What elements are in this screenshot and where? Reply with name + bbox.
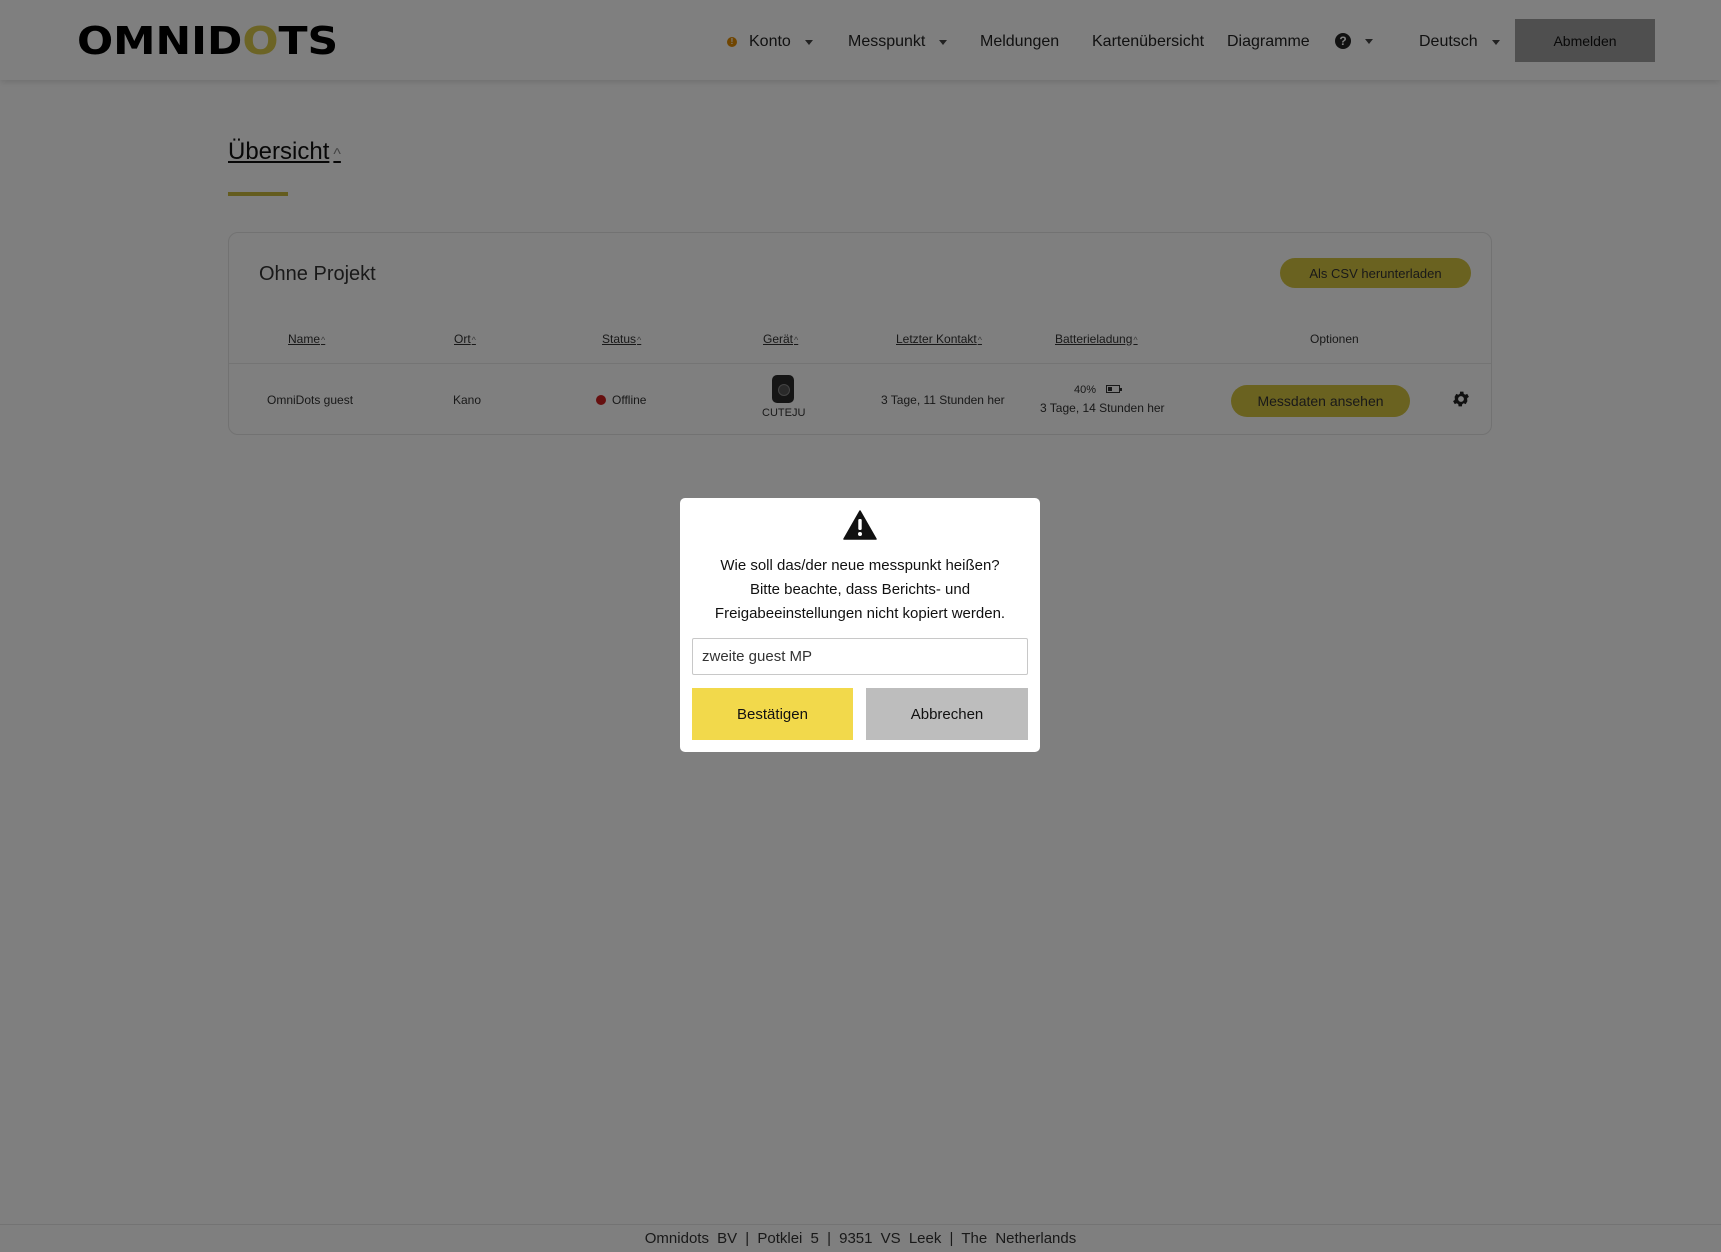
confirm-button[interactable]: Bestätigen — [692, 688, 853, 740]
measuring-point-name-input[interactable] — [692, 638, 1028, 675]
dialog-message: Wie soll das/der neue messpunkt heißen? … — [680, 554, 1040, 626]
warning-triangle-icon — [843, 510, 877, 540]
dialog-message-line: Bitte beachte, dass Berichts- und — [749, 581, 971, 598]
rename-dialog: Wie soll das/der neue messpunkt heißen? … — [680, 498, 1040, 752]
dialog-message-line: Wie soll das/der neue messpunkt heißen? — [720, 557, 1000, 574]
cancel-button[interactable]: Abbrechen — [866, 688, 1028, 740]
app-page: OMNIDOTS ! Konto Messpunkt Meldungen Kar… — [0, 0, 1721, 1252]
dialog-message-line: Freigabeeinstellungen nicht kopiert werd… — [714, 605, 1006, 622]
